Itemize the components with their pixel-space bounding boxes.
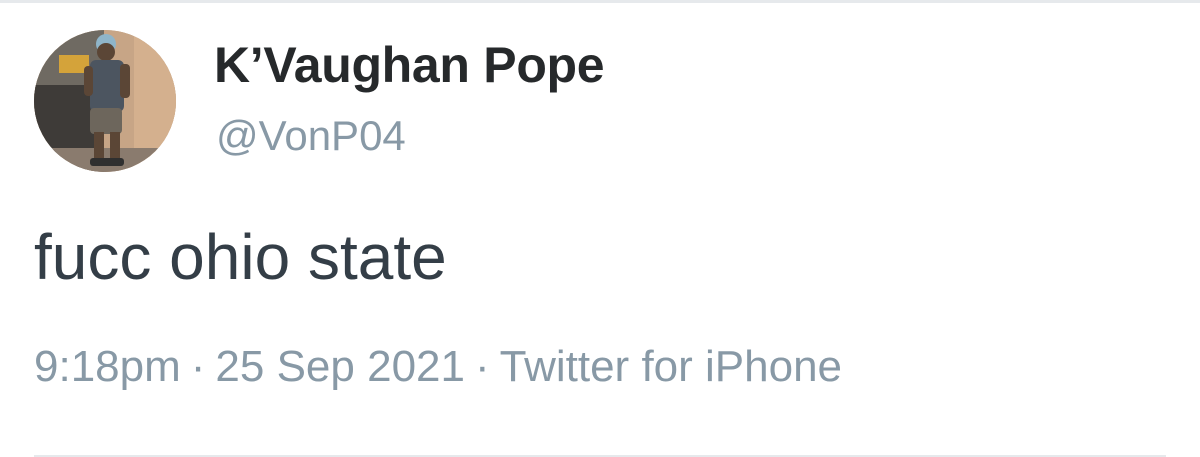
tweet-meta: 9:18pm · 25 Sep 2021 · Twitter for iPhone bbox=[34, 345, 842, 389]
tweet-source[interactable]: Twitter for iPhone bbox=[500, 342, 842, 391]
meta-separator: · bbox=[190, 342, 206, 391]
avatar[interactable] bbox=[34, 30, 176, 172]
tweet-text: fucc ohio state bbox=[34, 221, 447, 293]
tweet-card: K’Vaughan Pope @VonP04 fucc ohio state 9… bbox=[0, 0, 1200, 457]
tweet-time[interactable]: 9:18pm bbox=[34, 342, 181, 391]
meta-separator: · bbox=[474, 342, 490, 391]
display-name[interactable]: K’Vaughan Pope bbox=[214, 40, 605, 90]
avatar-photo-icon bbox=[34, 30, 176, 172]
tweet-date[interactable]: 25 Sep 2021 bbox=[215, 342, 465, 391]
user-handle[interactable]: @VonP04 bbox=[216, 115, 406, 157]
